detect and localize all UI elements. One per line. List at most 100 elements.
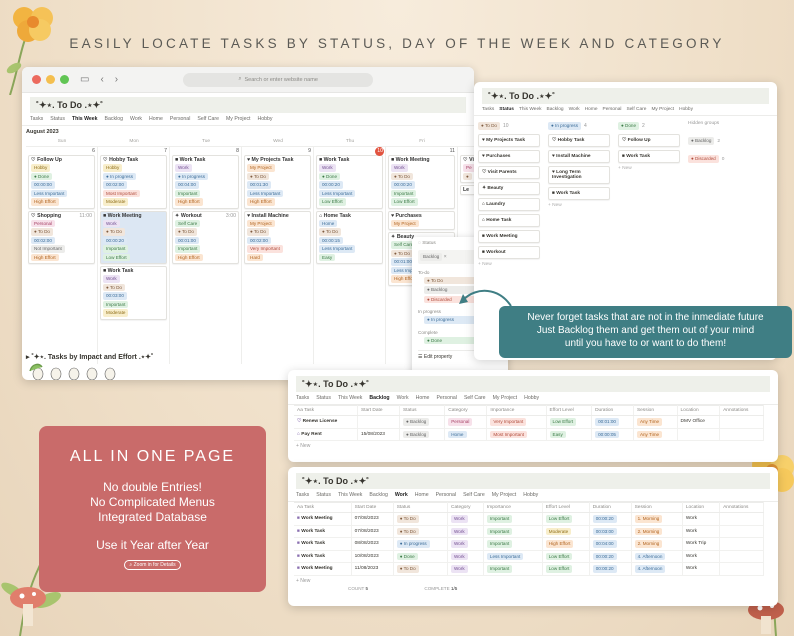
location-cell[interactable]: Work [682, 525, 721, 538]
tab-my-project[interactable]: My Project [493, 395, 518, 401]
ses-cell[interactable]: 4. Afternoon [631, 550, 683, 563]
column-header[interactable]: Aa Task [294, 405, 358, 416]
ses-cell[interactable]: 2. Morning [631, 525, 683, 538]
task-name-cell[interactable]: ♡ Renew License [294, 415, 358, 429]
tab-my-project[interactable]: My Project [226, 116, 251, 122]
column-header[interactable]: Start Date [357, 405, 400, 416]
ses-cell[interactable]: 1. Morning [631, 512, 683, 526]
start-date-cell[interactable]: 15/08/2023 [357, 428, 400, 441]
board-card[interactable]: ♡ Follow Up [618, 133, 680, 147]
back-arrow-icon[interactable]: ‹ [100, 74, 103, 85]
tab-hobby[interactable]: Hobby [524, 395, 539, 401]
dur-cell[interactable]: 00:00:20 [589, 512, 632, 526]
calendar-task-card[interactable]: ⌂ Home Task Home ● To Do 00:00:15 Less Impor… [316, 210, 383, 264]
tab-this-week[interactable]: This Week [72, 116, 98, 122]
start-date-cell[interactable]: 10/08/2023 [351, 550, 394, 563]
tab-this-week[interactable]: This Week [519, 107, 542, 112]
eff-cell[interactable]: Easy [546, 428, 593, 441]
dur-cell[interactable]: 00:01:00 [591, 415, 634, 429]
column-header[interactable]: Category [447, 502, 484, 513]
board-card[interactable]: ♥ Install Machine [548, 149, 610, 163]
url-bar[interactable]: ⌕ Search or enter website name [183, 72, 374, 87]
table-row[interactable]: ⌂ Pay Rent 15/08/2023 ● Backlog Home Most Im… [294, 428, 764, 441]
tab-work[interactable]: Work [569, 107, 580, 112]
calendar-task-card[interactable]: ♥ Install Machine My Project ● To Do 00:02:… [244, 210, 311, 264]
column-header[interactable]: Category [444, 405, 488, 416]
ses-cell[interactable]: 4. Afternoon [631, 562, 683, 576]
tab-self-care[interactable]: Self Care [626, 107, 646, 112]
calendar-task-card[interactable]: ♡ Shopping 11:00 Personal ● To Do 00:02:00 No… [28, 210, 95, 264]
tab-this-week[interactable]: This Week [338, 395, 362, 401]
column-header[interactable]: Annotations [719, 405, 764, 416]
ses-cell[interactable]: Any Time [633, 428, 678, 441]
start-date-cell[interactable]: 11/08/2023 [351, 562, 394, 576]
location-cell[interactable] [677, 428, 721, 441]
imp-cell[interactable]: Important [483, 512, 543, 526]
column-header[interactable]: Effort Level [542, 502, 590, 513]
table-row[interactable]: ■ Work Meeting 07/08/2023 ● To Do Work Impor… [294, 512, 764, 526]
board-card[interactable]: ♥ Long Term Investigation [548, 165, 610, 184]
cat-cell[interactable]: Work [447, 537, 484, 551]
tab-personal[interactable]: Personal [170, 116, 190, 122]
board-card[interactable]: ⌂ Laundry [478, 197, 540, 211]
imp-cell[interactable]: Important [483, 562, 543, 576]
tab-tasks[interactable]: Tasks [30, 116, 43, 122]
dur-cell[interactable]: 00:04:00 [589, 537, 632, 551]
tab-personal[interactable]: Personal [603, 107, 622, 112]
remove-status-icon[interactable]: × [444, 254, 447, 260]
status-cell[interactable]: ● In progress [393, 537, 449, 551]
task-name-cell[interactable]: ■ Work Meeting [294, 562, 352, 576]
eff-cell[interactable]: Low Effort [542, 562, 590, 576]
tab-tasks[interactable]: Tasks [296, 492, 309, 498]
tab-tasks[interactable]: Tasks [296, 395, 309, 401]
annotations-cell[interactable] [719, 562, 764, 576]
eff-cell[interactable]: Moderate [542, 525, 590, 538]
task-name-cell[interactable]: ■ Work Task [294, 550, 352, 563]
location-cell[interactable]: Work [682, 512, 721, 526]
tab-backlog[interactable]: Backlog [369, 492, 387, 498]
tab-self-care[interactable]: Self Care [464, 395, 486, 401]
column-header[interactable]: Aa Task [294, 502, 352, 513]
column-header[interactable]: Status [393, 502, 449, 513]
tab-backlog[interactable]: Backlog [105, 116, 123, 122]
calendar-task-card[interactable]: ■ Work Task Work ● In progress 00:04:00 Impo… [172, 155, 239, 209]
board-new-button[interactable]: + New [548, 203, 610, 208]
column-header[interactable]: Session [633, 405, 678, 416]
dur-cell[interactable]: 00:00:05 [591, 428, 634, 441]
tab-work[interactable]: Work [397, 395, 409, 401]
table-row[interactable]: ■ Work Task 07/08/2023 ● To Do Work Importan… [294, 525, 764, 538]
table-row[interactable]: ■ Work Task 10/08/2023 ● Done Work Less Impo… [294, 550, 764, 563]
annotations-cell[interactable] [719, 525, 764, 538]
status-cell[interactable]: ● Backlog [399, 415, 446, 429]
status-cell[interactable]: ● Backlog [399, 428, 446, 441]
tab-personal[interactable]: Personal [436, 492, 456, 498]
column-header[interactable]: Session [631, 502, 683, 513]
sidebar-toggle-icon[interactable]: ▭ [80, 74, 89, 85]
task-name-cell[interactable]: ■ Work Task [294, 525, 352, 538]
zoom-window-button[interactable] [60, 75, 69, 84]
column-header[interactable]: Location [677, 405, 721, 416]
tab-home[interactable]: Home [415, 492, 429, 498]
calendar-task-card[interactable]: ■ Work Meeting Work ● To Do 00:00:20 Importa… [100, 210, 167, 264]
tab-status[interactable]: Status [499, 107, 514, 112]
cat-cell[interactable]: Work [447, 550, 484, 563]
ses-cell[interactable]: Any Time [633, 415, 678, 429]
tab-home[interactable]: Home [149, 116, 163, 122]
column-header[interactable]: Importance [486, 405, 547, 416]
ses-cell[interactable]: 2. Morning [631, 537, 683, 551]
location-cell[interactable]: Work [682, 550, 721, 563]
calendar-task-card[interactable]: ■ Work Task Work ● Done 00:00:20 Less Import… [316, 155, 383, 209]
dur-cell[interactable]: 00:00:20 [589, 550, 632, 563]
tab-personal[interactable]: Personal [436, 395, 456, 401]
tab-self-care[interactable]: Self Care [197, 116, 219, 122]
task-name-cell[interactable]: ■ Work Task [294, 537, 352, 551]
board-card[interactable]: ■ Work Task [618, 149, 680, 163]
cat-cell[interactable]: Work [447, 562, 484, 576]
board-card[interactable]: ♡ Hobby Task [548, 133, 610, 147]
board-card[interactable]: ■ Workout [478, 245, 540, 259]
calendar-task-card[interactable]: ■ Work Meeting Work ● To Do 00:00:20 Importa… [388, 155, 455, 209]
tab-work[interactable]: Work [130, 116, 142, 122]
calendar-task-card[interactable]: ■ Work Task Work ● To Do 00:03:00 Important M… [100, 266, 167, 320]
work-new-row-button[interactable]: + New [288, 576, 778, 586]
annotations-cell[interactable] [719, 537, 764, 551]
